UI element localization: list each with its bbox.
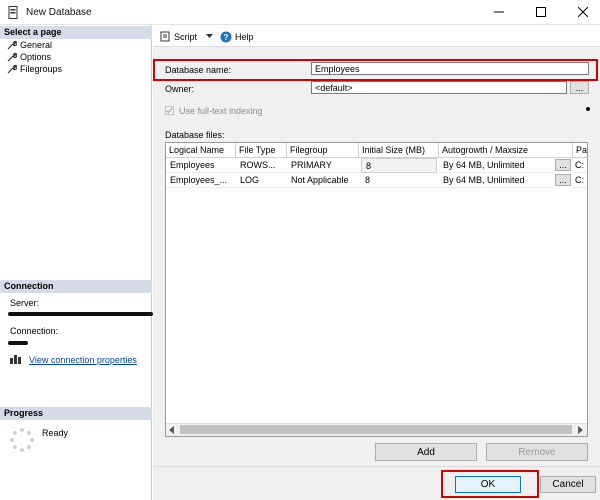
- help-icon: ?: [220, 31, 232, 42]
- wrench-icon: [7, 64, 17, 74]
- column-header-initial-size[interactable]: Initial Size (MB): [359, 143, 439, 158]
- close-icon: [578, 7, 588, 17]
- svg-text:?: ?: [224, 33, 229, 42]
- autogrowth-browse-button[interactable]: ...: [555, 159, 571, 171]
- database-files-grid[interactable]: Logical Name File Type Filegroup Initial…: [165, 142, 588, 437]
- progress-header: Progress: [0, 407, 152, 420]
- owner-label: Owner:: [165, 84, 195, 94]
- server-label: Server:: [10, 298, 40, 308]
- connection-name-redacted: [8, 341, 28, 345]
- wrench-icon: [7, 52, 17, 62]
- ok-button[interactable]: OK: [455, 476, 521, 493]
- page-item-filegroups[interactable]: Filegroups: [7, 63, 62, 75]
- database-app-icon: [8, 6, 18, 19]
- cancel-button[interactable]: Cancel: [540, 476, 596, 493]
- minimize-button[interactable]: [482, 0, 516, 24]
- progress-status: Ready: [42, 428, 69, 438]
- cell-autogrowth: By 64 MB, Unlimited: [439, 173, 553, 188]
- scroll-left-icon[interactable]: [168, 426, 176, 434]
- maximize-button[interactable]: [524, 0, 558, 24]
- column-header-autogrowth[interactable]: Autogrowth / Maxsize: [439, 143, 573, 158]
- cell-path[interactable]: C:: [573, 173, 587, 188]
- page-item-label: General: [20, 40, 53, 50]
- minimize-icon: [494, 11, 504, 13]
- scrollbar-thumb[interactable]: [180, 425, 572, 434]
- full-text-checkbox[interactable]: [165, 106, 174, 115]
- column-header-file-type[interactable]: File Type: [236, 143, 287, 158]
- cell-initial-size[interactable]: 8: [361, 173, 437, 188]
- full-text-label: Use full-text indexing: [179, 106, 263, 116]
- database-files-label: Database files:: [165, 130, 225, 140]
- page-item-options[interactable]: Options: [7, 51, 51, 63]
- autogrowth-browse-button[interactable]: ...: [555, 174, 571, 186]
- page-item-label: Options: [20, 52, 52, 62]
- owner-input[interactable]: <default>: [311, 81, 567, 94]
- wrench-icon: [7, 40, 17, 50]
- close-button[interactable]: [566, 0, 600, 24]
- script-label: Script: [174, 31, 198, 42]
- cell-autogrowth: By 64 MB, Unlimited: [439, 158, 553, 173]
- database-name-input[interactable]: Employees: [311, 62, 589, 75]
- column-header-filegroup[interactable]: Filegroup: [287, 143, 359, 158]
- cell-initial-size[interactable]: 8: [361, 158, 437, 173]
- cell-filegroup[interactable]: PRIMARY: [287, 158, 359, 173]
- connection-header: Connection: [0, 280, 152, 293]
- script-button[interactable]: Script: [160, 30, 197, 43]
- cell-filegroup[interactable]: Not Applicable: [287, 173, 359, 188]
- scroll-right-icon[interactable]: [576, 426, 584, 434]
- checkmark-icon: [166, 107, 173, 114]
- remove-button[interactable]: Remove: [486, 443, 588, 461]
- cell-path[interactable]: C:: [573, 158, 587, 173]
- script-icon: [160, 31, 170, 42]
- cell-logical-name[interactable]: Employees: [166, 158, 236, 173]
- progress-spinner-icon: [10, 428, 34, 452]
- view-connection-properties-link[interactable]: View connection properties: [29, 355, 137, 365]
- help-label: Help: [235, 31, 254, 42]
- cell-logical-name[interactable]: Employees_...: [166, 173, 236, 188]
- column-header-logical-name[interactable]: Logical Name: [166, 143, 236, 158]
- cell-file-type[interactable]: ROWS...: [236, 158, 287, 173]
- add-button[interactable]: Add: [375, 443, 477, 461]
- window-title: New Database: [26, 7, 92, 18]
- select-page-header: Select a page: [0, 26, 152, 39]
- cell-file-type[interactable]: LOG: [236, 173, 287, 188]
- help-button[interactable]: ? Help: [220, 30, 254, 43]
- database-name-label: Database name:: [165, 65, 232, 75]
- page-item-label: Filegroups: [20, 64, 63, 74]
- script-dropdown-icon[interactable]: [206, 34, 213, 39]
- owner-browse-button[interactable]: ...: [570, 81, 589, 94]
- dot-marker: [586, 107, 590, 111]
- connection-label: Connection:: [10, 326, 59, 336]
- column-header-path[interactable]: Pa: [573, 143, 587, 158]
- maximize-icon: [536, 7, 546, 17]
- connection-properties-icon: [10, 355, 21, 364]
- server-name-redacted: [8, 312, 153, 316]
- page-item-general[interactable]: General: [7, 39, 52, 51]
